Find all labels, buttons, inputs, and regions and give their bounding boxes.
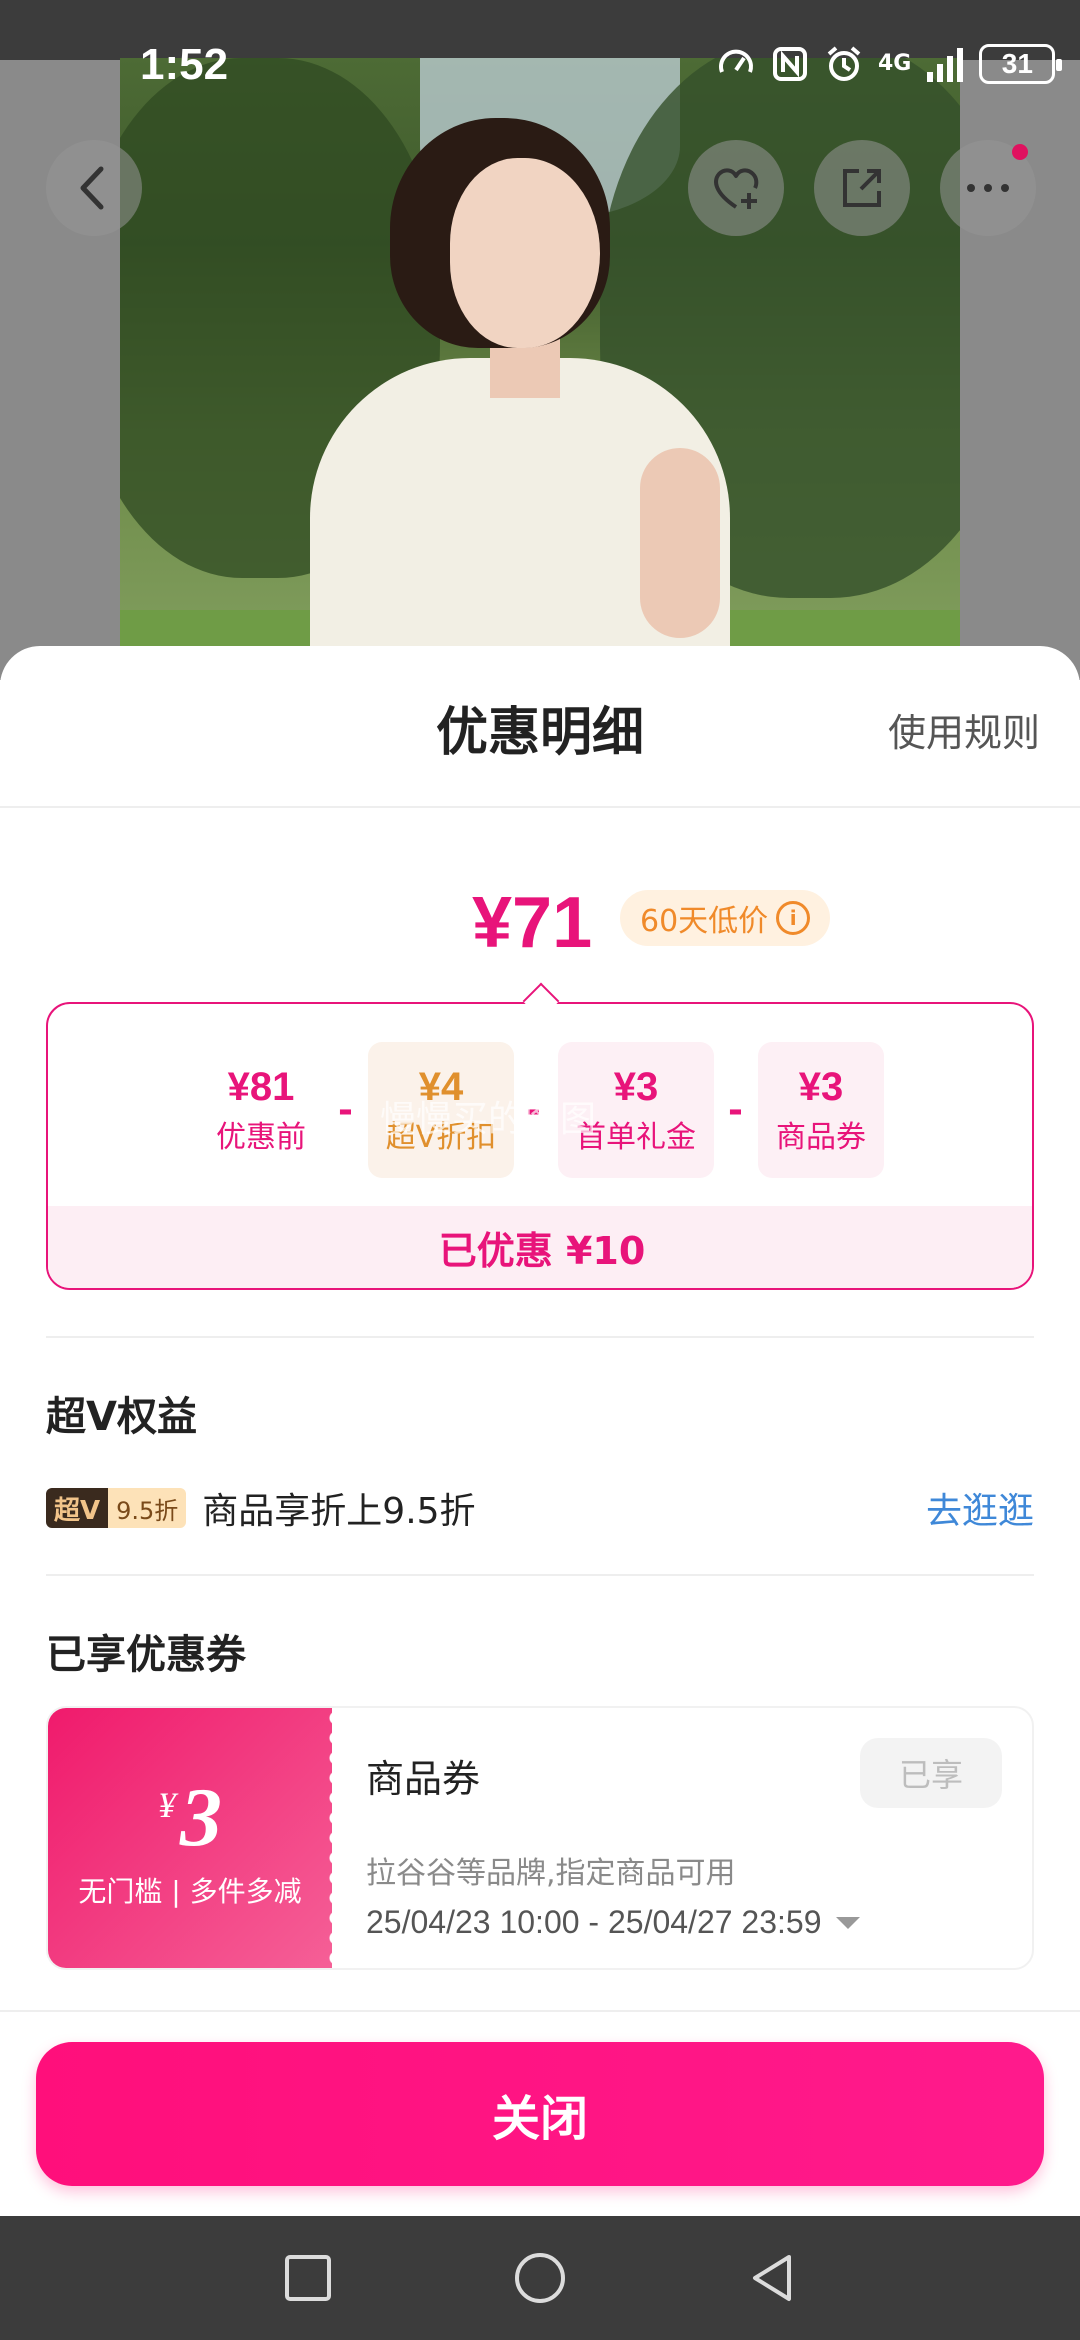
coupon-amount-value: 3 — [180, 1771, 222, 1864]
coupon-status-tag: 已享 — [860, 1738, 1002, 1808]
coupon-card[interactable]: ¥ 3 无门槛 | 多件多减 商品券 已享 拉谷谷等品牌,指定商品可用 25/0… — [46, 1706, 1034, 1970]
minus-sign: - — [338, 1090, 353, 1131]
vip-badge-discount: 9.5折 — [108, 1488, 187, 1528]
low-price-badge[interactable]: 60天低价 i — [620, 890, 831, 946]
vip-benefit-row: 超V 9.5折 商品享折上9.5折 去逛逛 — [46, 1478, 1034, 1538]
breakdown-label: 超V折扣 — [385, 1119, 497, 1155]
signal-icon — [927, 48, 964, 82]
breakdown-original-price: ¥81 优惠前 — [196, 1042, 326, 1178]
notification-dot — [1012, 144, 1028, 160]
sheet-header: 优惠明细 使用规则 — [0, 646, 1080, 808]
browse-link[interactable]: 去逛逛 — [926, 1482, 1034, 1534]
alarm-icon — [827, 46, 861, 81]
status-icons: 4G 31 — [716, 44, 1063, 84]
coupon-currency: ¥ — [158, 1785, 176, 1825]
network-type: 4G — [878, 51, 912, 76]
section-divider — [46, 1574, 1034, 1576]
photo-model-face — [450, 158, 600, 348]
coupon-validity-text: 25/04/23 10:00 - 25/04/27 23:59 — [366, 1904, 822, 1940]
breakdown-label: 商品券 — [776, 1119, 866, 1155]
vip-badge-main: 超V — [46, 1488, 109, 1528]
coupon-description: 拉谷谷等品牌,指定商品可用 — [366, 1856, 736, 1891]
chevron-left-icon — [80, 166, 104, 210]
coupon-value-panel: ¥ 3 无门槛 | 多件多减 — [48, 1708, 332, 1968]
nfc-icon — [773, 47, 807, 81]
back-button[interactable] — [46, 140, 142, 236]
coupon-name: 商品券 — [366, 1757, 481, 1801]
status-time: 1:52 — [140, 40, 229, 89]
coupon-amount: ¥ 3 — [158, 1770, 222, 1866]
photo-model-arm — [640, 448, 720, 638]
circle-icon — [515, 2253, 565, 2303]
breakdown-product-coupon: ¥3 商品券 — [758, 1042, 884, 1178]
info-icon[interactable]: i — [776, 901, 811, 935]
battery-indicator: 31 — [979, 44, 1063, 84]
breakdown-vip-discount: ¥4 超V折扣 — [368, 1042, 514, 1178]
more-dots-icon — [967, 184, 1009, 192]
heart-plus-icon — [714, 168, 759, 209]
usage-rules-link[interactable]: 使用规则 — [888, 702, 1040, 757]
coupons-section-title: 已享优惠券 — [46, 1632, 246, 1678]
price-breakdown: ¥81 优惠前 - ¥4 超V折扣 - ¥3 首单礼金 - ¥3 商品券 已优惠… — [46, 1002, 1034, 1290]
section-divider — [46, 1336, 1034, 1338]
favorite-button[interactable] — [688, 140, 784, 236]
final-price-row: ¥71 60天低价 i — [0, 882, 1080, 972]
system-back-button[interactable] — [740, 2246, 804, 2310]
vip-section-title: 超V权益 — [46, 1394, 197, 1440]
minus-sign: - — [526, 1090, 541, 1131]
final-price: ¥71 — [472, 883, 593, 963]
breakdown-label: 优惠前 — [216, 1119, 306, 1155]
breakdown-value: ¥3 — [798, 1064, 844, 1109]
footer-divider — [0, 2010, 1080, 2012]
low-price-label: 60天低价 — [640, 904, 769, 939]
product-image-area: 1:52 4G 31 — [0, 0, 1080, 680]
total-saved: 已优惠 ¥10 — [48, 1206, 1032, 1288]
breakdown-first-order-gift: ¥3 首单礼金 — [558, 1042, 714, 1178]
triangle-back-icon — [753, 2255, 791, 2301]
discount-detail-sheet: 优惠明细 使用规则 ¥71 60天低价 i ¥81 优惠前 - ¥4 超V折扣 … — [0, 646, 1080, 2216]
coupon-condition: 无门槛 | 多件多减 — [78, 1875, 302, 1908]
speedometer-icon — [719, 49, 753, 73]
vip-description: 商品享折上9.5折 — [202, 1491, 476, 1532]
system-navigation-bar — [0, 2216, 1080, 2340]
coupon-perforation — [322, 1708, 342, 1968]
breakdown-value: ¥3 — [613, 1064, 659, 1109]
recent-apps-button[interactable] — [276, 2246, 340, 2310]
close-button[interactable]: 关闭 — [36, 2042, 1044, 2186]
minus-sign: - — [728, 1090, 743, 1131]
expand-caret-icon[interactable] — [835, 1916, 860, 1929]
square-icon — [285, 2255, 331, 2301]
vip-badge: 超V 9.5折 — [46, 1488, 187, 1528]
breakdown-label: 首单礼金 — [576, 1119, 696, 1155]
share-button[interactable] — [814, 140, 910, 236]
breakdown-value: ¥4 — [418, 1064, 464, 1109]
share-icon — [843, 169, 881, 207]
breakdown-value: ¥81 — [227, 1064, 295, 1109]
home-button[interactable] — [508, 2246, 572, 2310]
coupon-validity[interactable]: 25/04/23 10:00 - 25/04/27 23:59 — [366, 1904, 860, 1941]
